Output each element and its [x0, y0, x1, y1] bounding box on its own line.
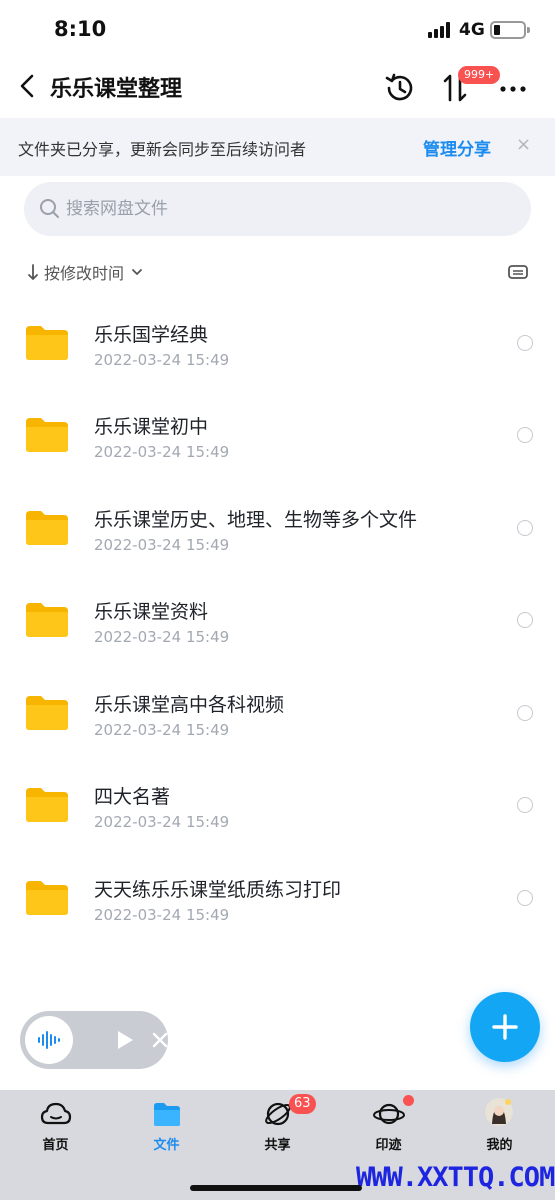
- select-radio[interactable]: [517, 890, 533, 906]
- close-icon[interactable]: [150, 1030, 170, 1050]
- file-name: 乐乐课堂初中: [94, 416, 209, 438]
- folder-icon: [26, 788, 68, 822]
- sort-button[interactable]: 按修改时间: [26, 260, 144, 284]
- manage-share-link[interactable]: 管理分享: [423, 135, 491, 160]
- audio-toggle[interactable]: [25, 1016, 73, 1064]
- file-date: 2022-03-24 15:49: [94, 351, 230, 369]
- page-title: 乐乐课堂整理: [50, 77, 183, 102]
- tab-label: 印迹: [375, 1138, 402, 1153]
- watermark: WWW.XXTTQ.COM: [356, 1162, 555, 1193]
- nav-bar: 乐乐课堂整理 999+: [0, 60, 555, 116]
- search-box[interactable]: [24, 182, 531, 236]
- history-icon[interactable]: [382, 70, 418, 106]
- network-label: 4G: [459, 20, 485, 40]
- share-banner: 文件夹已分享，更新会同步至后续访问者 管理分享 ×: [0, 118, 555, 176]
- file-row[interactable]: 乐乐课堂高中各科视频 2022-03-24 15:49: [0, 666, 555, 758]
- plus-icon: [492, 1014, 518, 1040]
- tab-label: 首页: [42, 1138, 69, 1153]
- file-row[interactable]: 乐乐国学经典 2022-03-24 15:49: [0, 296, 555, 388]
- file-date: 2022-03-24 15:49: [94, 813, 230, 831]
- view-toggle-icon[interactable]: [506, 261, 530, 283]
- play-icon[interactable]: [114, 1028, 136, 1052]
- tab-share[interactable]: 共享: [222, 1090, 333, 1160]
- folder-icon: [26, 418, 68, 452]
- folder-icon: [26, 696, 68, 730]
- select-radio[interactable]: [517, 612, 533, 628]
- planet-icon: [373, 1103, 405, 1125]
- file-name: 天天练乐乐课堂纸质练习打印: [94, 879, 342, 901]
- tab-footprint[interactable]: 印迹: [333, 1090, 444, 1160]
- search-icon: [40, 199, 59, 218]
- file-date: 2022-03-24 15:49: [94, 536, 230, 554]
- folder-icon: [26, 326, 68, 360]
- close-banner-icon[interactable]: ×: [516, 134, 531, 155]
- file-date: 2022-03-24 15:49: [94, 443, 230, 461]
- folder-icon: [26, 511, 68, 545]
- signal-icon: [428, 22, 454, 38]
- more-icon[interactable]: [496, 70, 530, 106]
- select-radio[interactable]: [517, 797, 533, 813]
- tab-mine[interactable]: 我的: [444, 1090, 555, 1160]
- file-row[interactable]: 乐乐课堂初中 2022-03-24 15:49: [0, 388, 555, 480]
- select-radio[interactable]: [517, 705, 533, 721]
- transfer-badge: 999+: [458, 66, 501, 84]
- file-date: 2022-03-24 15:49: [94, 628, 230, 646]
- tab-label: 共享: [264, 1138, 291, 1153]
- sort-label: 按修改时间: [44, 264, 125, 283]
- select-radio[interactable]: [517, 335, 533, 351]
- avatar: [485, 1098, 513, 1126]
- file-row[interactable]: 乐乐课堂历史、地理、生物等多个文件 2022-03-24 15:49: [0, 481, 555, 573]
- file-date: 2022-03-24 15:49: [94, 906, 230, 924]
- file-name: 四大名著: [94, 786, 171, 808]
- file-date: 2022-03-24 15:49: [94, 721, 230, 739]
- add-button[interactable]: [470, 992, 540, 1062]
- folder-icon: [26, 881, 68, 915]
- chevron-down-icon: [132, 269, 142, 275]
- waveform-icon: [38, 1031, 60, 1049]
- file-row[interactable]: 乐乐课堂资料 2022-03-24 15:49: [0, 573, 555, 665]
- cloud-icon: [40, 1102, 72, 1125]
- sort-row: 按修改时间: [0, 252, 555, 292]
- share-notice-text: 文件夹已分享，更新会同步至后续访问者: [18, 140, 307, 159]
- folder-icon: [26, 603, 68, 637]
- select-radio[interactable]: [517, 427, 533, 443]
- battery-icon: [490, 21, 530, 39]
- notification-dot: [403, 1095, 414, 1106]
- back-icon[interactable]: [14, 70, 42, 102]
- arrow-down-icon: [28, 264, 38, 280]
- tab-home[interactable]: 首页: [0, 1090, 111, 1160]
- file-name: 乐乐课堂历史、地理、生物等多个文件: [94, 509, 418, 531]
- share-badge: 63: [289, 1094, 316, 1114]
- file-name: 乐乐课堂高中各科视频: [94, 694, 285, 716]
- file-name: 乐乐国学经典: [94, 324, 209, 346]
- status-bar: 8:10 4G: [0, 0, 555, 60]
- file-row[interactable]: 四大名著 2022-03-24 15:49: [0, 758, 555, 850]
- tab-label: 文件: [153, 1138, 180, 1153]
- file-row[interactable]: 天天练乐乐课堂纸质练习打印 2022-03-24 15:49: [0, 851, 555, 943]
- file-name: 乐乐课堂资料: [94, 601, 209, 623]
- select-radio[interactable]: [517, 520, 533, 536]
- tab-files[interactable]: 文件: [111, 1090, 222, 1160]
- status-time: 8:10: [54, 17, 107, 41]
- home-indicator: [190, 1185, 362, 1191]
- audio-player: [20, 1011, 168, 1069]
- tab-label: 我的: [486, 1138, 513, 1153]
- folder-icon: [154, 1103, 180, 1126]
- search-input[interactable]: [66, 196, 486, 222]
